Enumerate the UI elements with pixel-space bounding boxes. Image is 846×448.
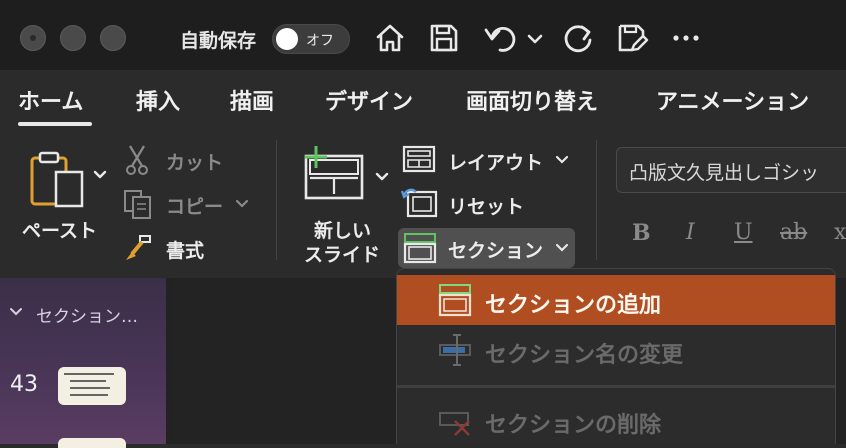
ribbon-separator (596, 140, 597, 260)
slide-thumbnail[interactable] (58, 438, 126, 448)
new-slide-label-line1[interactable]: 新しい (314, 216, 371, 243)
paste-label[interactable]: ペースト (22, 216, 97, 243)
more-icon[interactable] (666, 18, 706, 58)
paste-icon[interactable] (26, 148, 88, 210)
slide-thumbnail[interactable] (58, 367, 126, 405)
save-edit-icon[interactable] (612, 18, 652, 58)
tab-insert[interactable]: 挿入 (136, 84, 180, 116)
section-chevron-icon[interactable] (554, 240, 570, 256)
font-name-field[interactable]: 凸版文久見出しゴシッ (616, 147, 846, 193)
menu-item-rename-section[interactable]: セクション名の変更 (397, 325, 835, 375)
tab-draw[interactable]: 描画 (230, 84, 274, 116)
cut-label[interactable]: カット (166, 148, 223, 175)
undo-icon[interactable] (480, 18, 520, 58)
section-dropdown-menu: セクションの追加 セクション名の変更 セクションの削除 (396, 268, 836, 444)
redo-icon[interactable] (558, 18, 598, 58)
tab-home[interactable]: ホーム (18, 84, 83, 116)
layout-icon (402, 145, 436, 173)
chevron-down-icon[interactable] (524, 28, 546, 50)
layout-label[interactable]: レイアウト (448, 148, 543, 175)
tab-design[interactable]: デザイン (325, 84, 413, 116)
active-tab-indicator (18, 122, 92, 126)
new-slide-chevron-icon[interactable] (373, 168, 391, 186)
paste-chevron-icon[interactable] (91, 166, 109, 184)
strikethrough-button[interactable]: ab (780, 220, 807, 245)
layout-chevron-icon[interactable] (554, 152, 570, 168)
rename-section-icon (437, 333, 473, 367)
section-label: セクション (448, 240, 544, 262)
ribbon-tabs: ホーム 挿入 描画 デザイン 画面切り替え アニメーション (0, 70, 846, 128)
section-header[interactable]: セクション… (36, 302, 138, 327)
reset-label[interactable]: リセット (448, 192, 524, 219)
more-format-button[interactable]: x (834, 220, 846, 245)
reset-icon (400, 186, 438, 218)
autosave-state: オフ (306, 33, 334, 49)
tab-transitions[interactable]: 画面切り替え (466, 84, 598, 116)
menu-item-delete-section[interactable]: セクションの削除 (397, 395, 835, 444)
tab-animations[interactable]: アニメーション (656, 84, 809, 116)
menu-item-label: セクションの削除 (485, 413, 662, 438)
home-icon[interactable] (370, 18, 410, 58)
scissors-icon (124, 144, 150, 176)
format-painter-icon (122, 232, 154, 262)
italic-button[interactable]: I (686, 220, 695, 245)
new-slide-icon[interactable] (298, 144, 368, 202)
delete-section-icon (437, 403, 473, 437)
section-icon (403, 232, 437, 264)
minimize-window-button[interactable] (60, 25, 86, 51)
panel-divider[interactable] (166, 278, 173, 444)
zoom-window-button[interactable] (100, 25, 126, 51)
autosave-toggle[interactable]: オフ (272, 24, 350, 54)
menu-item-label: セクション名の変更 (485, 343, 684, 368)
save-icon[interactable] (424, 18, 464, 58)
title-bar: 自動保存 オフ (0, 0, 846, 70)
close-window-button[interactable] (20, 25, 46, 51)
font-name-value: 凸版文久見出しゴシッ (629, 162, 820, 184)
menu-item-add-section[interactable]: セクションの追加 (397, 275, 835, 325)
autosave-label: 自動保存 (180, 30, 257, 52)
copy-chevron-icon[interactable] (234, 196, 250, 212)
new-slide-label-line2[interactable]: スライド (304, 240, 380, 267)
menu-item-label: セクションの追加 (485, 293, 662, 318)
toggle-knob (276, 28, 298, 50)
section-collapse-chevron-icon[interactable] (8, 304, 24, 320)
bold-button[interactable]: B (632, 220, 651, 246)
copy-icon (122, 188, 154, 220)
ribbon-separator (276, 140, 277, 260)
format-label[interactable]: 書式 (166, 236, 204, 263)
slide-number: 43 (10, 372, 38, 397)
add-section-icon (437, 283, 473, 317)
copy-label[interactable]: コピー (166, 192, 223, 219)
menu-separator (397, 385, 835, 388)
underline-button[interactable]: U (734, 220, 753, 245)
